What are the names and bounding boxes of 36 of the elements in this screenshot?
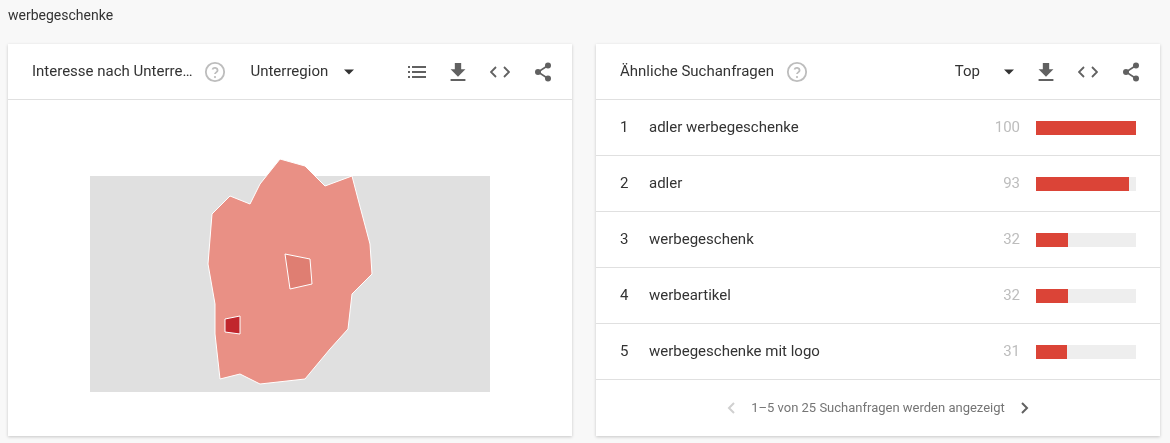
list-icon[interactable]: [408, 65, 426, 78]
page-title: werbegeschenke: [8, 7, 114, 23]
query-text: werbegeschenke mit logo: [649, 341, 820, 363]
query-text: adler werbegeschenke: [649, 117, 799, 139]
resolution-dropdown[interactable]: Unterregion: [250, 60, 355, 83]
rank-number: 1: [620, 117, 630, 139]
panel-title: Interesse nach Unterre…: [32, 61, 193, 83]
query-text: werbegeschenk: [649, 229, 754, 251]
rank-number: 3: [620, 229, 630, 251]
query-row[interactable]: 5 werbegeschenke mit logo 31: [596, 324, 1160, 380]
value-text: 93: [1003, 173, 1020, 195]
value-text: 32: [1003, 229, 1020, 251]
rank-number: 2: [620, 173, 630, 195]
caret-icon: [1004, 68, 1014, 75]
panel-title: Ähnliche Suchanfragen: [620, 61, 774, 83]
next-icon[interactable]: [1020, 402, 1029, 414]
value-text: 100: [994, 117, 1020, 139]
query-row[interactable]: 2 adler 93: [596, 156, 1160, 212]
embed-icon[interactable]: [1078, 65, 1098, 78]
query-text: werbeartikel: [649, 285, 731, 307]
value-text: 32: [1003, 285, 1020, 307]
query-row[interactable]: 1 adler werbegeschenke 100: [596, 100, 1160, 156]
share-icon[interactable]: [534, 61, 552, 82]
query-text: adler: [649, 173, 683, 195]
download-icon[interactable]: [450, 62, 466, 81]
embed-icon[interactable]: [490, 65, 510, 78]
caret-icon: [344, 68, 355, 75]
share-icon[interactable]: [1122, 61, 1140, 82]
query-row[interactable]: 4 werbeartikel 32: [596, 268, 1160, 324]
sort-dropdown[interactable]: Top: [954, 60, 1014, 83]
download-icon[interactable]: [1038, 62, 1054, 81]
value-text: 31: [1003, 341, 1020, 363]
pagination-text: 1–5 von 25 Suchanfragen werden angezeigt: [751, 399, 1005, 418]
rank-number: 5: [620, 341, 630, 363]
query-row[interactable]: 3 werbegeschenk 32: [596, 212, 1160, 268]
rank-number: 4: [620, 285, 630, 307]
